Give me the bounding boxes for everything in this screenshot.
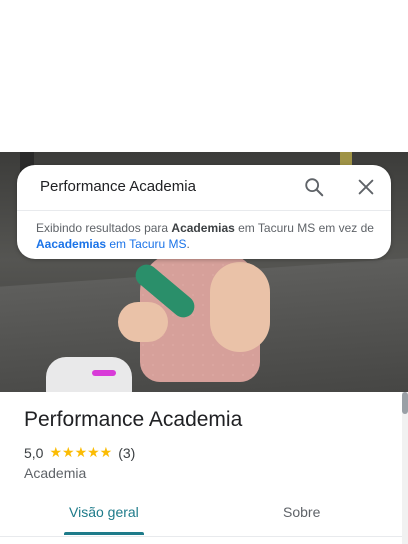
scrollbar-thumb[interactable] [402, 392, 408, 414]
tab-overview[interactable]: Visão geral [69, 504, 139, 520]
photo-shoe-logo [92, 370, 116, 376]
review-count-link[interactable]: (3) [118, 445, 135, 461]
place-tabs: Visão geral Sobre [0, 492, 402, 537]
tabs-divider [0, 536, 402, 537]
search-notice: Exibindo resultados para Academias em Ta… [36, 220, 376, 252]
place-category[interactable]: Academia [24, 465, 86, 481]
search-card: Performance Academia Exibindo resultados… [17, 165, 391, 259]
scrollbar-track[interactable] [402, 392, 408, 544]
photo-child-arm [210, 262, 270, 352]
search-icon[interactable] [303, 176, 325, 198]
notice-link-rest: em Tacuru MS [106, 237, 187, 251]
place-title: Performance Academia [24, 408, 243, 431]
notice-link-term: Aacademias [36, 237, 107, 251]
notice-suffix: . [186, 237, 190, 251]
notice-middle: em Tacuru MS em vez de [234, 221, 374, 235]
top-blank-area [0, 0, 408, 152]
rating-stars: ★★★★★ [49, 444, 113, 460]
tab-about[interactable]: Sobre [283, 504, 320, 520]
rating-row: 5,0 ★★★★★ (3) [24, 444, 135, 461]
photo-child-hand [118, 302, 168, 342]
rating-value: 5,0 [24, 444, 44, 461]
close-icon[interactable] [355, 176, 377, 198]
photo-shoe [46, 357, 132, 392]
search-instead-link[interactable]: Aacademias em Tacuru MS [36, 237, 187, 251]
search-input[interactable]: Performance Academia [40, 178, 196, 195]
notice-prefix: Exibindo resultados para [36, 221, 172, 235]
search-divider [17, 210, 391, 211]
active-tab-indicator [64, 532, 144, 535]
notice-term: Academias [171, 221, 235, 235]
